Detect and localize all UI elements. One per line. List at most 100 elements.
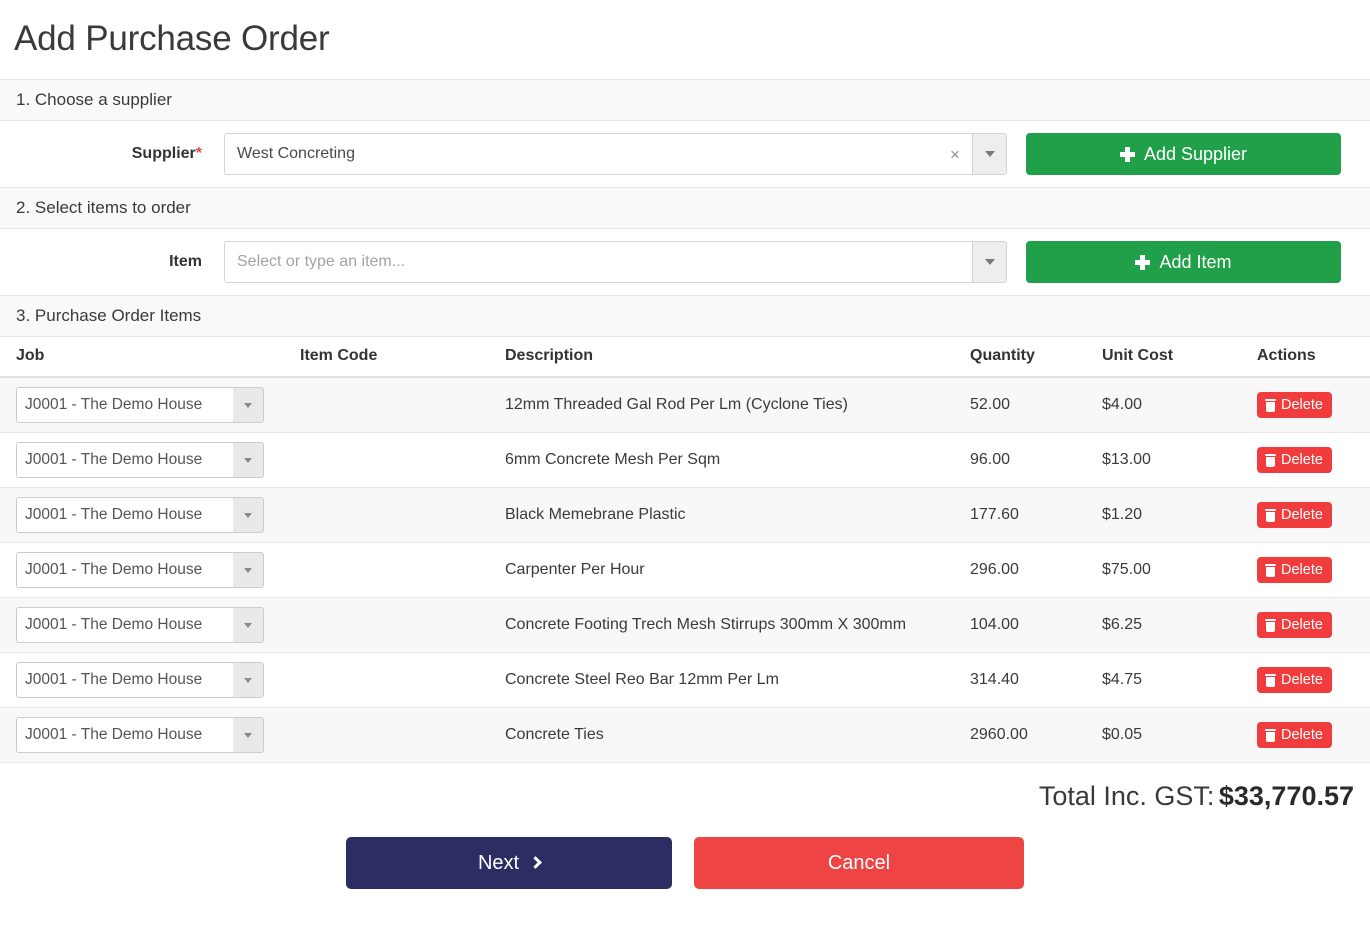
chevron-down-icon[interactable] [233,608,263,642]
cancel-button[interactable]: Cancel [694,837,1024,889]
cell-description: Concrete Ties [505,707,970,763]
caret-glyph [244,512,252,518]
cell-quantity: 296.00 [970,542,1102,598]
cell-job: J0001 - The Demo House [0,542,300,598]
supplier-select[interactable]: West Concreting × [224,133,1007,175]
table-row: J0001 - The Demo House Black Memebrane Pl… [0,487,1370,543]
delete-row-button[interactable]: Delete [1257,612,1332,638]
cell-actions: Delete [1257,377,1370,433]
cell-job: J0001 - The Demo House [0,707,300,763]
total-label: Total Inc. GST: [1038,781,1215,811]
table-head: Job Item Code Description Quantity Unit … [0,337,1370,378]
column-header-item-code: Item Code [300,337,505,378]
column-header-description: Description [505,337,970,378]
table-row: J0001 - The Demo House Concrete Steel Reo… [0,652,1370,708]
chevron-down-icon[interactable] [233,498,263,532]
delete-row-button[interactable]: Delete [1257,447,1332,473]
cell-actions: Delete [1257,707,1370,763]
job-select-value[interactable]: J0001 - The Demo House [17,663,233,697]
job-select[interactable]: J0001 - The Demo House [16,497,264,533]
cell-quantity: 52.00 [970,377,1102,433]
cell-item-code [300,597,505,653]
item-select-input[interactable]: Select or type an item... [225,242,972,282]
cell-unit-cost: $4.00 [1102,377,1257,433]
cell-job: J0001 - The Demo House [0,377,300,433]
delete-label: Delete [1281,727,1323,743]
cell-unit-cost: $0.05 [1102,707,1257,763]
delete-row-button[interactable]: Delete [1257,392,1332,418]
cell-unit-cost: $13.00 [1102,432,1257,488]
cell-description: Concrete Steel Reo Bar 12mm Per Lm [505,652,970,708]
section-heading-select-items: 2. Select items to order [0,187,1370,229]
trash-icon [1264,398,1276,412]
chevron-down-icon[interactable] [972,134,1006,174]
caret-glyph [244,622,252,628]
trash-icon [1264,728,1276,742]
job-select-value[interactable]: J0001 - The Demo House [17,388,233,422]
job-select-value[interactable]: J0001 - The Demo House [17,718,233,752]
cell-unit-cost: $75.00 [1102,542,1257,598]
job-select[interactable]: J0001 - The Demo House [16,442,264,478]
item-label: Item [169,253,202,270]
column-header-quantity: Quantity [970,337,1102,378]
job-select-value[interactable]: J0001 - The Demo House [17,498,233,532]
cell-job: J0001 - The Demo House [0,597,300,653]
cell-description: Black Memebrane Plastic [505,487,970,543]
cell-description: 6mm Concrete Mesh Per Sqm [505,432,970,488]
trash-icon [1264,453,1276,467]
supplier-label: Supplier* [16,145,224,163]
job-select[interactable]: J0001 - The Demo House [16,387,264,423]
supplier-select-value[interactable]: West Concreting [225,134,938,174]
clear-icon[interactable]: × [938,134,972,174]
item-select[interactable]: Select or type an item... [224,241,1007,283]
add-supplier-button[interactable]: Add Supplier [1026,133,1341,175]
job-select-value[interactable]: J0001 - The Demo House [17,553,233,587]
caret-glyph [244,677,252,683]
purchase-order-items-table: Job Item Code Description Quantity Unit … [0,337,1370,763]
delete-label: Delete [1281,507,1323,523]
chevron-right-icon [529,856,542,869]
table-row: J0001 - The Demo House Concrete Ties 2960.… [0,707,1370,763]
chevron-down-icon[interactable] [233,718,263,752]
delete-label: Delete [1281,672,1323,688]
plus-icon [1119,146,1135,162]
next-button[interactable]: Next [346,837,672,889]
job-select-value[interactable]: J0001 - The Demo House [17,443,233,477]
caret-glyph [244,567,252,573]
required-asterisk: * [195,145,202,162]
cell-unit-cost: $4.75 [1102,652,1257,708]
delete-row-button[interactable]: Delete [1257,557,1332,583]
column-header-actions: Actions [1257,337,1370,378]
table-row: J0001 - The Demo House 6mm Concrete Mesh … [0,432,1370,488]
delete-row-button[interactable]: Delete [1257,667,1332,693]
chevron-down-icon[interactable] [233,663,263,697]
plus-icon [1135,254,1151,270]
add-supplier-label: Add Supplier [1143,143,1248,164]
cell-quantity: 2960.00 [970,707,1102,763]
cell-item-code [300,487,505,543]
job-select[interactable]: J0001 - The Demo House [16,662,264,698]
cell-actions: Delete [1257,652,1370,708]
trash-icon [1264,673,1276,687]
delete-row-button[interactable]: Delete [1257,722,1332,748]
cell-item-code [300,432,505,488]
delete-label: Delete [1281,452,1323,468]
job-select[interactable]: J0001 - The Demo House [16,607,264,643]
job-select[interactable]: J0001 - The Demo House [16,717,264,753]
cell-item-code [300,707,505,763]
item-form-row: Item Select or type an item... Add Item [0,229,1370,295]
chevron-down-icon[interactable] [233,553,263,587]
section-heading-purchase-order-items: 3. Purchase Order Items [0,295,1370,337]
chevron-down-icon[interactable] [233,388,263,422]
delete-row-button[interactable]: Delete [1257,502,1332,528]
job-select[interactable]: J0001 - The Demo House [16,552,264,588]
add-item-label: Add Item [1159,251,1232,272]
chevron-down-icon[interactable] [233,443,263,477]
add-item-button[interactable]: Add Item [1026,241,1341,283]
table-header-row: Job Item Code Description Quantity Unit … [0,337,1370,378]
cell-quantity: 96.00 [970,432,1102,488]
cell-item-code [300,377,505,433]
supplier-label-text: Supplier [131,145,196,162]
chevron-down-icon[interactable] [972,242,1006,282]
job-select-value[interactable]: J0001 - The Demo House [17,608,233,642]
